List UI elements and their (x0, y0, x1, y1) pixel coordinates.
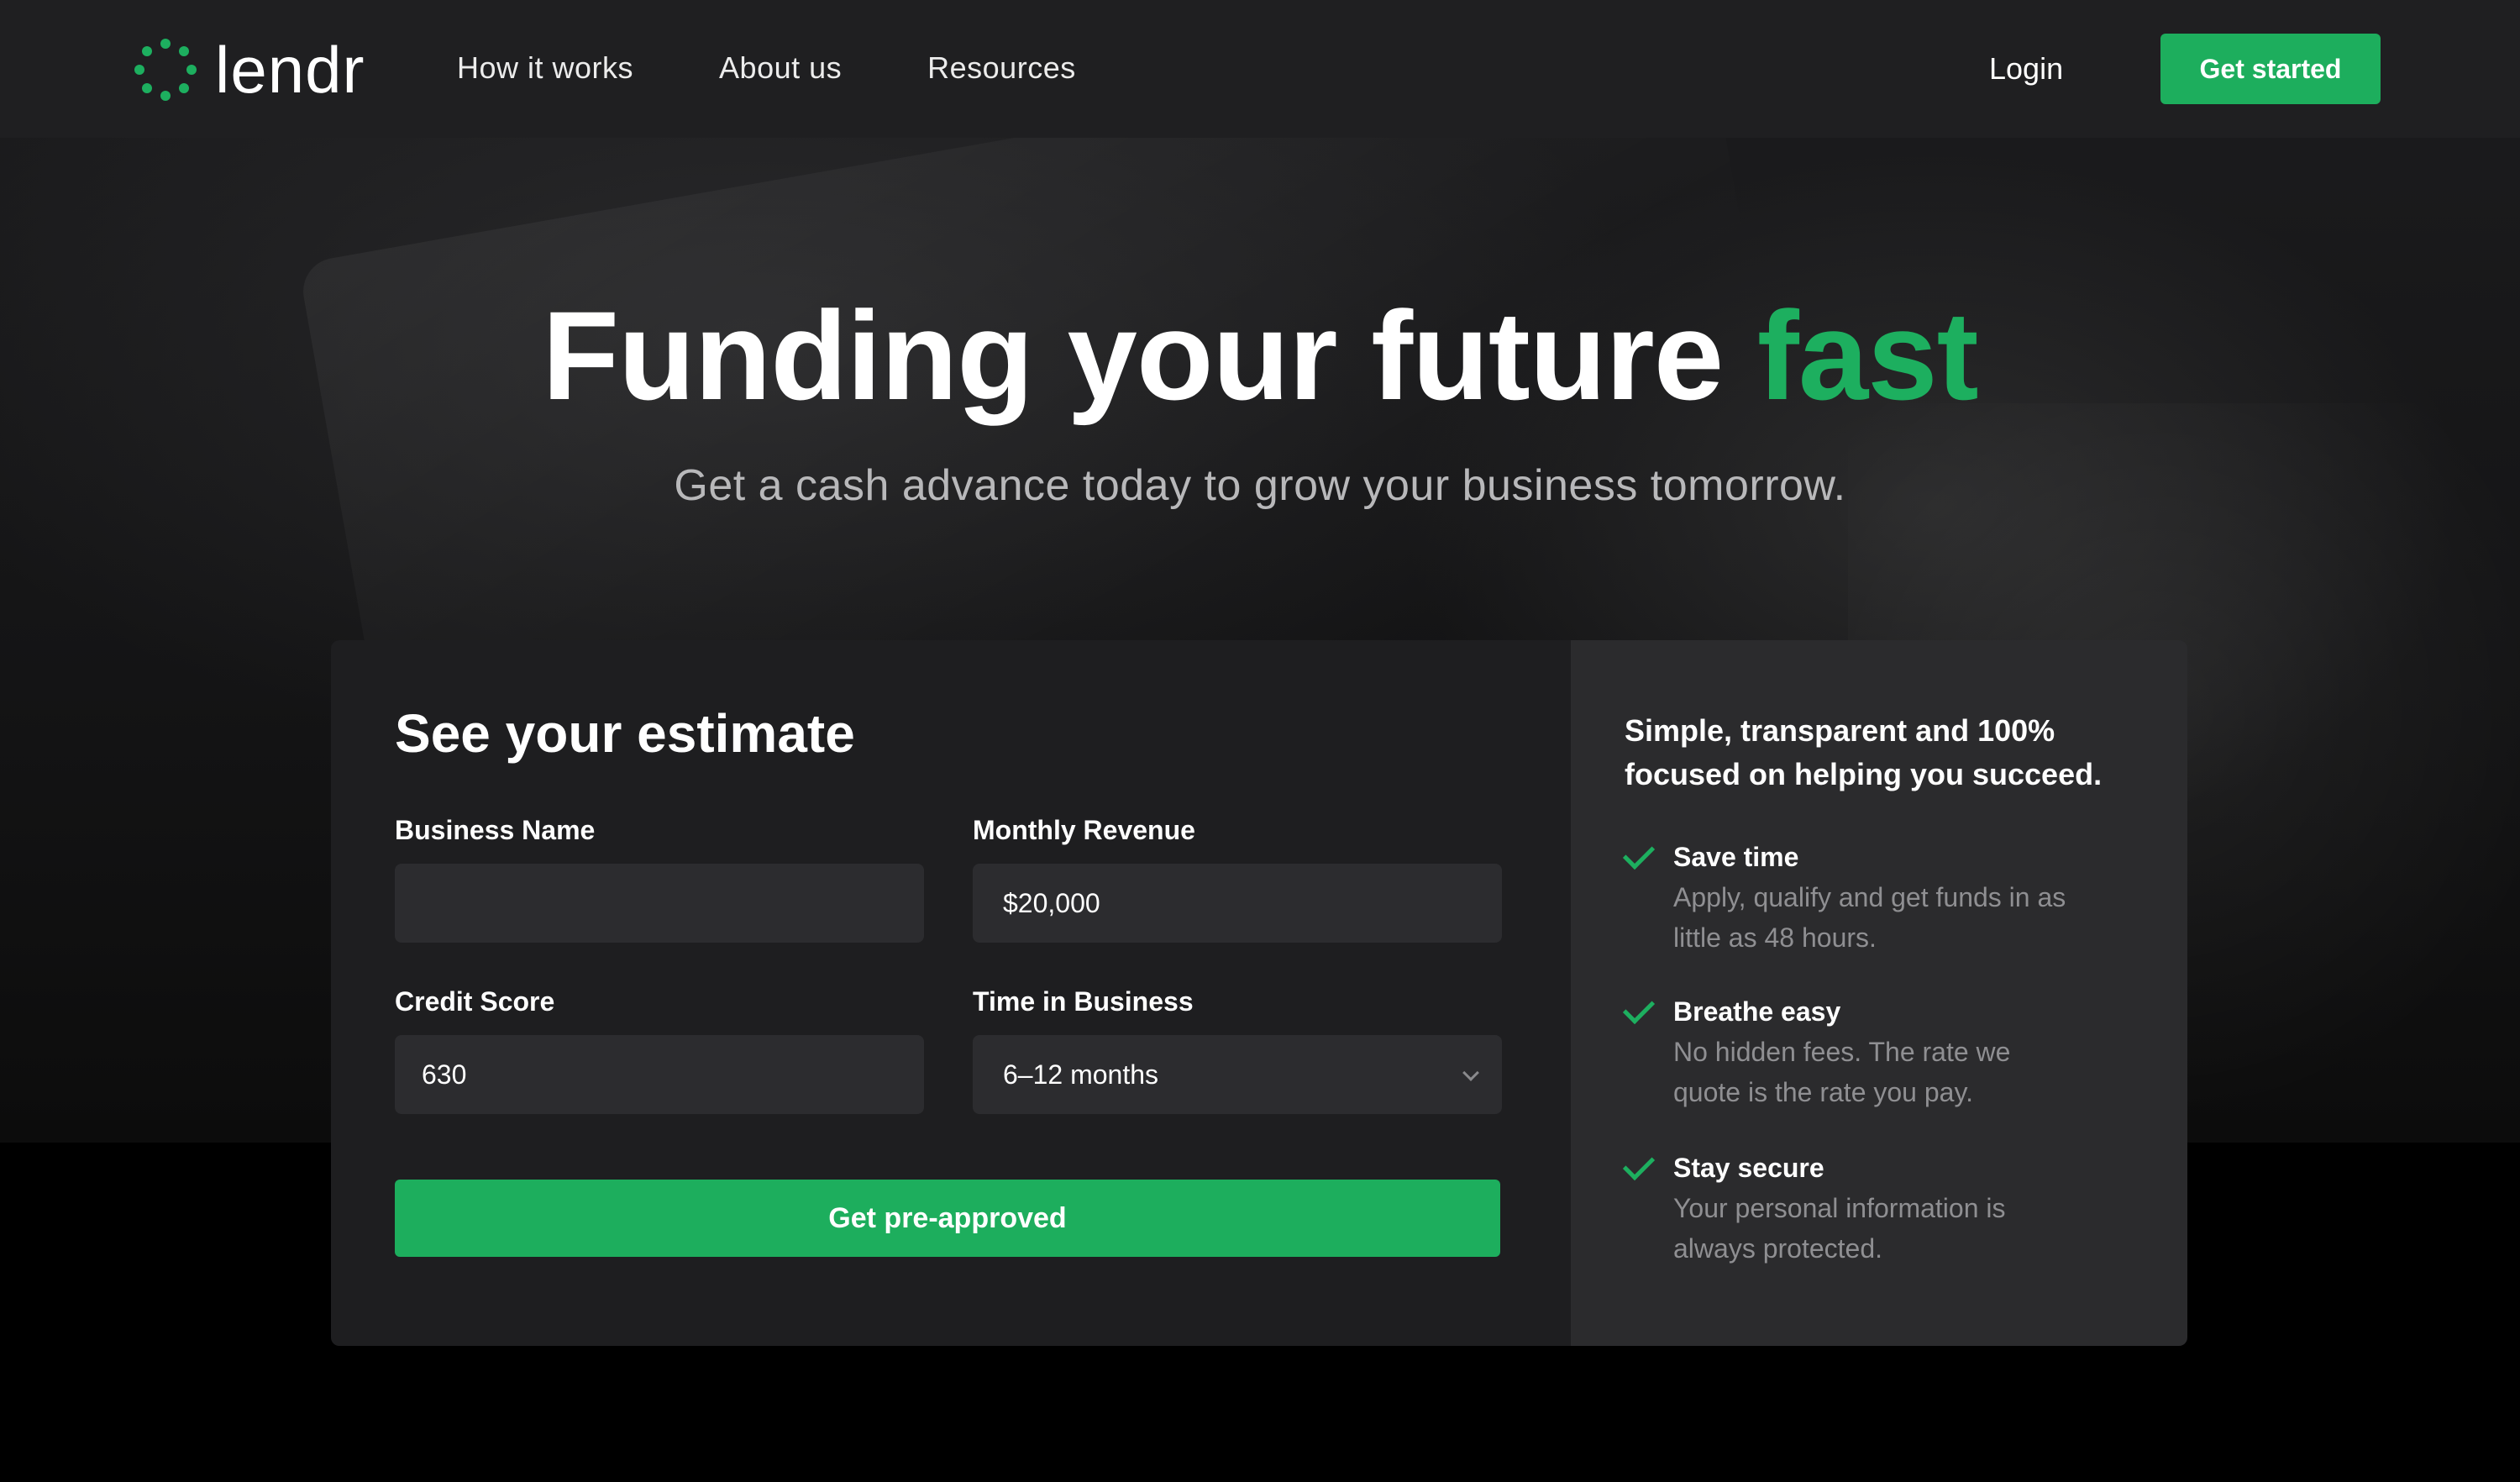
credit-score-label: Credit Score (395, 986, 555, 1017)
business-name-label: Business Name (395, 815, 596, 845)
credit-score-input[interactable] (395, 1035, 924, 1114)
check-icon (1622, 991, 1656, 1025)
estimate-card: See your estimate Business Name Monthly … (331, 640, 2187, 1346)
benefit-title: Breathe easy (1673, 996, 1841, 1027)
logo-dots-icon (134, 39, 197, 101)
benefits-panel: Simple, transparent and 100% focused on … (1571, 640, 2187, 1346)
hero-headline: Funding your future fast (0, 292, 2520, 418)
check-icon (1622, 837, 1656, 870)
benefit-desc: Apply, qualify and get funds in as littl… (1673, 882, 2066, 953)
logo-text: lendr (215, 33, 365, 107)
get-started-button[interactable]: Get started (2160, 34, 2381, 104)
estimate-title: See your estimate (395, 703, 855, 764)
benefit-desc: No hidden fees. The rate we quote is the… (1673, 1037, 2011, 1107)
benefit-title: Stay secure (1673, 1153, 1824, 1183)
get-pre-approved-button[interactable]: Get pre-approved (395, 1180, 1500, 1257)
estimate-form: See your estimate Business Name Monthly … (331, 640, 1571, 1346)
benefit-title: Save time (1673, 842, 1799, 872)
benefits-heading: Simple, transparent and 100% focused on … (1625, 713, 2103, 791)
headline-accent: fast (1756, 285, 1979, 426)
page: lendr How it works About us Resources Lo… (0, 0, 2520, 1482)
nav-link-resources[interactable]: Resources (927, 50, 1076, 86)
nav-links: How it works About us Resources (457, 50, 1162, 86)
time-in-business-label: Time in Business (973, 986, 1194, 1017)
monthly-revenue-input[interactable] (973, 864, 1502, 943)
top-nav: lendr How it works About us Resources Lo… (0, 0, 2520, 138)
time-in-business-value: 6–12 months (1003, 1059, 1159, 1090)
check-icon (1622, 1148, 1656, 1181)
headline-main: Funding your future (542, 285, 1724, 426)
hero-subhead: Get a cash advance today to grow your bu… (674, 461, 1846, 510)
login-link[interactable]: Login (1989, 51, 2063, 87)
nav-link-about-us[interactable]: About us (719, 50, 842, 86)
chevron-down-icon (1462, 1064, 1479, 1081)
monthly-revenue-label: Monthly Revenue (973, 815, 1195, 845)
nav-link-how-it-works[interactable]: How it works (457, 50, 633, 86)
logo[interactable]: lendr (134, 37, 365, 102)
benefit-desc: Your personal information is always prot… (1673, 1193, 2006, 1264)
time-in-business-select[interactable]: 6–12 months (973, 1035, 1502, 1114)
business-name-input[interactable] (395, 864, 924, 943)
